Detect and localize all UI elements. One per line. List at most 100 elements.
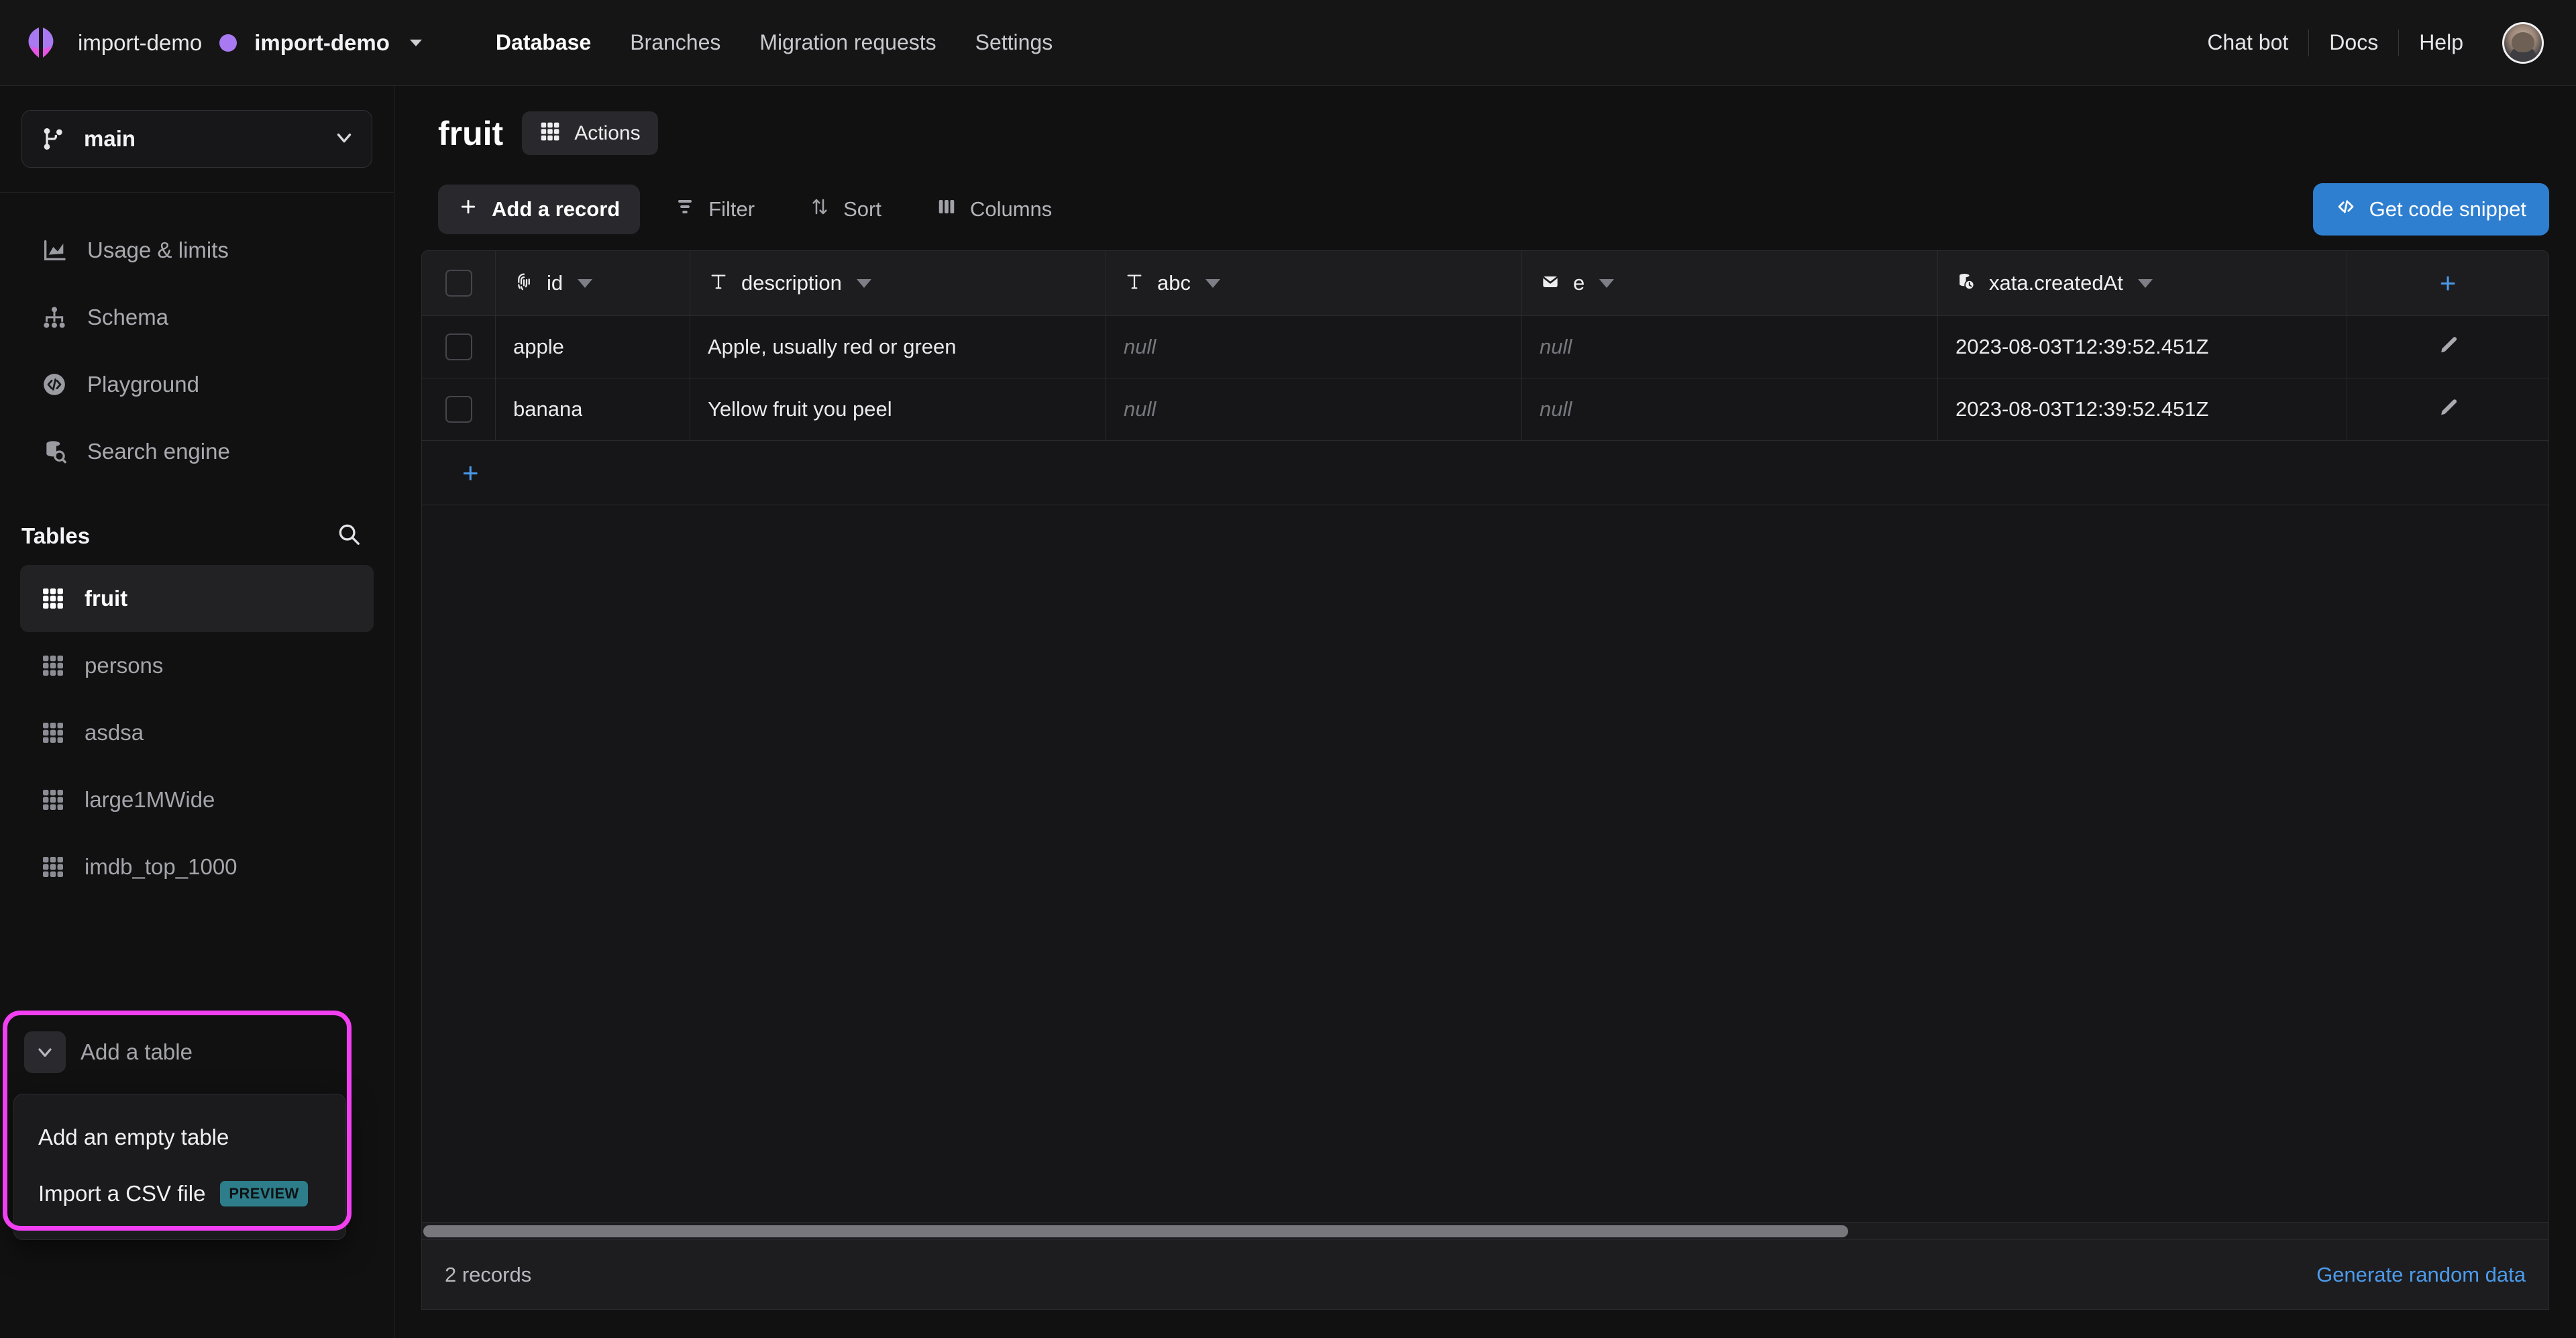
cell-description[interactable]: Apple, usually red or green	[690, 316, 1106, 378]
cell-id[interactable]: apple	[496, 316, 690, 378]
table-item-asdsa[interactable]: asdsa	[20, 699, 374, 766]
database-status-dot	[219, 34, 237, 52]
filter-icon	[675, 197, 695, 222]
search-icon[interactable]	[336, 521, 362, 550]
table-grid-icon	[38, 852, 68, 882]
pencil-icon[interactable]	[2436, 397, 2459, 423]
database-name[interactable]: import-demo	[254, 30, 390, 56]
add-row-button[interactable]: +	[422, 441, 2548, 505]
top-bar: import-demo import-demo Database Branche…	[0, 0, 2576, 86]
nav-branches[interactable]: Branches	[630, 30, 720, 55]
plus-icon[interactable]: +	[462, 459, 479, 487]
row-checkbox[interactable]	[445, 333, 472, 360]
database-search-icon	[39, 436, 70, 467]
chat-bot-link[interactable]: Chat bot	[2187, 30, 2308, 55]
chevron-down-icon	[333, 126, 356, 152]
pencil-icon[interactable]	[2436, 334, 2459, 360]
cell-e[interactable]: null	[1522, 378, 1938, 440]
cell-abc[interactable]: null	[1106, 378, 1522, 440]
table-item-label: imdb_top_1000	[85, 854, 237, 880]
menu-item-label: Import a CSV file	[38, 1181, 205, 1206]
xata-butterfly-logo[interactable]	[20, 22, 62, 64]
actions-button[interactable]: Actions	[522, 111, 657, 155]
tables-section-header: Tables	[0, 504, 394, 565]
menu-item-add-empty-table[interactable]: Add an empty table	[14, 1109, 345, 1166]
column-name: abc	[1157, 271, 1191, 295]
select-all-cell[interactable]	[422, 251, 496, 315]
chevron-down-icon[interactable]	[24, 1031, 66, 1073]
nav-settings[interactable]: Settings	[975, 30, 1053, 55]
branch-selector[interactable]: main	[21, 110, 372, 168]
tables-title: Tables	[21, 523, 90, 549]
sidebar-item-search-engine[interactable]: Search engine	[0, 418, 394, 485]
horizontal-scrollbar[interactable]	[422, 1222, 2548, 1239]
menu-item-import-csv-file[interactable]: Import a CSV file PREVIEW	[14, 1166, 345, 1222]
table-item-imdb-top-1000[interactable]: imdb_top_1000	[20, 833, 374, 900]
plus-icon[interactable]: +	[2440, 269, 2457, 297]
select-all-checkbox[interactable]	[445, 270, 472, 297]
row-checkbox[interactable]	[445, 396, 472, 423]
row-select-cell[interactable]	[422, 378, 496, 440]
generate-random-data-link[interactable]: Generate random data	[2316, 1263, 2526, 1287]
chevron-down-icon[interactable]	[857, 279, 871, 288]
nav-database[interactable]: Database	[496, 30, 591, 55]
avatar[interactable]	[2502, 22, 2544, 64]
column-header-e[interactable]: e	[1522, 251, 1938, 315]
row-select-cell[interactable]	[422, 316, 496, 378]
table-row[interactable]: apple Apple, usually red or green null n…	[422, 316, 2548, 378]
cell-value: null	[1124, 397, 1156, 421]
docs-link[interactable]: Docs	[2309, 30, 2398, 55]
add-a-record-label: Add a record	[492, 197, 620, 221]
add-a-table-control[interactable]: Add a table	[16, 1024, 338, 1080]
cell-created-at[interactable]: 2023-08-03T12:39:52.451Z	[1938, 378, 2347, 440]
column-header-id[interactable]: id	[496, 251, 690, 315]
table-grid-icon	[38, 583, 68, 614]
add-column-cell[interactable]: +	[2347, 251, 2548, 315]
sidebar-item-label: Usage & limits	[87, 238, 229, 263]
chevron-down-icon[interactable]	[1599, 279, 1614, 288]
column-name: id	[547, 271, 563, 295]
cell-value: null	[1540, 335, 1572, 359]
columns-button[interactable]: Columns	[916, 185, 1072, 234]
records-grid: id description abc	[421, 250, 2549, 1310]
sidebar-item-usage-limits[interactable]: Usage & limits	[0, 217, 394, 284]
cell-value: null	[1124, 335, 1156, 359]
column-header-description[interactable]: description	[690, 251, 1106, 315]
cell-e[interactable]: null	[1522, 316, 1938, 378]
row-edit-cell[interactable]	[2347, 378, 2548, 440]
column-header-xata-createdat[interactable]: xata.createdAt	[1938, 251, 2347, 315]
sort-label: Sort	[843, 197, 881, 221]
cell-created-at[interactable]: 2023-08-03T12:39:52.451Z	[1938, 316, 2347, 378]
sidebar-item-schema[interactable]: Schema	[0, 284, 394, 351]
column-header-abc[interactable]: abc	[1106, 251, 1522, 315]
chevron-down-icon[interactable]	[2138, 279, 2153, 288]
chevron-down-icon[interactable]	[1205, 279, 1220, 288]
table-item-persons[interactable]: persons	[20, 632, 374, 699]
sort-button[interactable]: Sort	[790, 185, 902, 234]
chart-icon	[39, 235, 70, 266]
chevron-down-icon[interactable]	[578, 279, 592, 288]
cell-abc[interactable]: null	[1106, 316, 1522, 378]
row-edit-cell[interactable]	[2347, 316, 2548, 378]
cell-id[interactable]: banana	[496, 378, 690, 440]
table-item-label: large1MWide	[85, 787, 215, 813]
grid-empty-space	[422, 505, 2548, 1222]
scrollbar-thumb[interactable]	[423, 1225, 1848, 1237]
table-grid-icon	[38, 717, 68, 748]
sidebar-item-playground[interactable]: Playground	[0, 351, 394, 418]
help-link[interactable]: Help	[2399, 30, 2483, 55]
schema-icon	[39, 302, 70, 333]
table-item-fruit[interactable]: fruit	[20, 565, 374, 632]
filter-button[interactable]: Filter	[655, 185, 775, 234]
datetime-icon	[1955, 271, 1977, 296]
add-a-record-button[interactable]: Add a record	[438, 185, 640, 234]
table-row[interactable]: banana Yellow fruit you peel null null 2…	[422, 378, 2548, 441]
table-item-large1mwide[interactable]: large1MWide	[20, 766, 374, 833]
get-code-snippet-button[interactable]: Get code snippet	[2313, 183, 2549, 236]
organization-name[interactable]: import-demo	[78, 30, 202, 56]
nav-migration-requests[interactable]: Migration requests	[759, 30, 936, 55]
cell-description[interactable]: Yellow fruit you peel	[690, 378, 1106, 440]
chevron-down-icon[interactable]	[410, 40, 422, 46]
table-item-label: asdsa	[85, 720, 144, 745]
branch-selector-wrap: main	[0, 86, 394, 193]
